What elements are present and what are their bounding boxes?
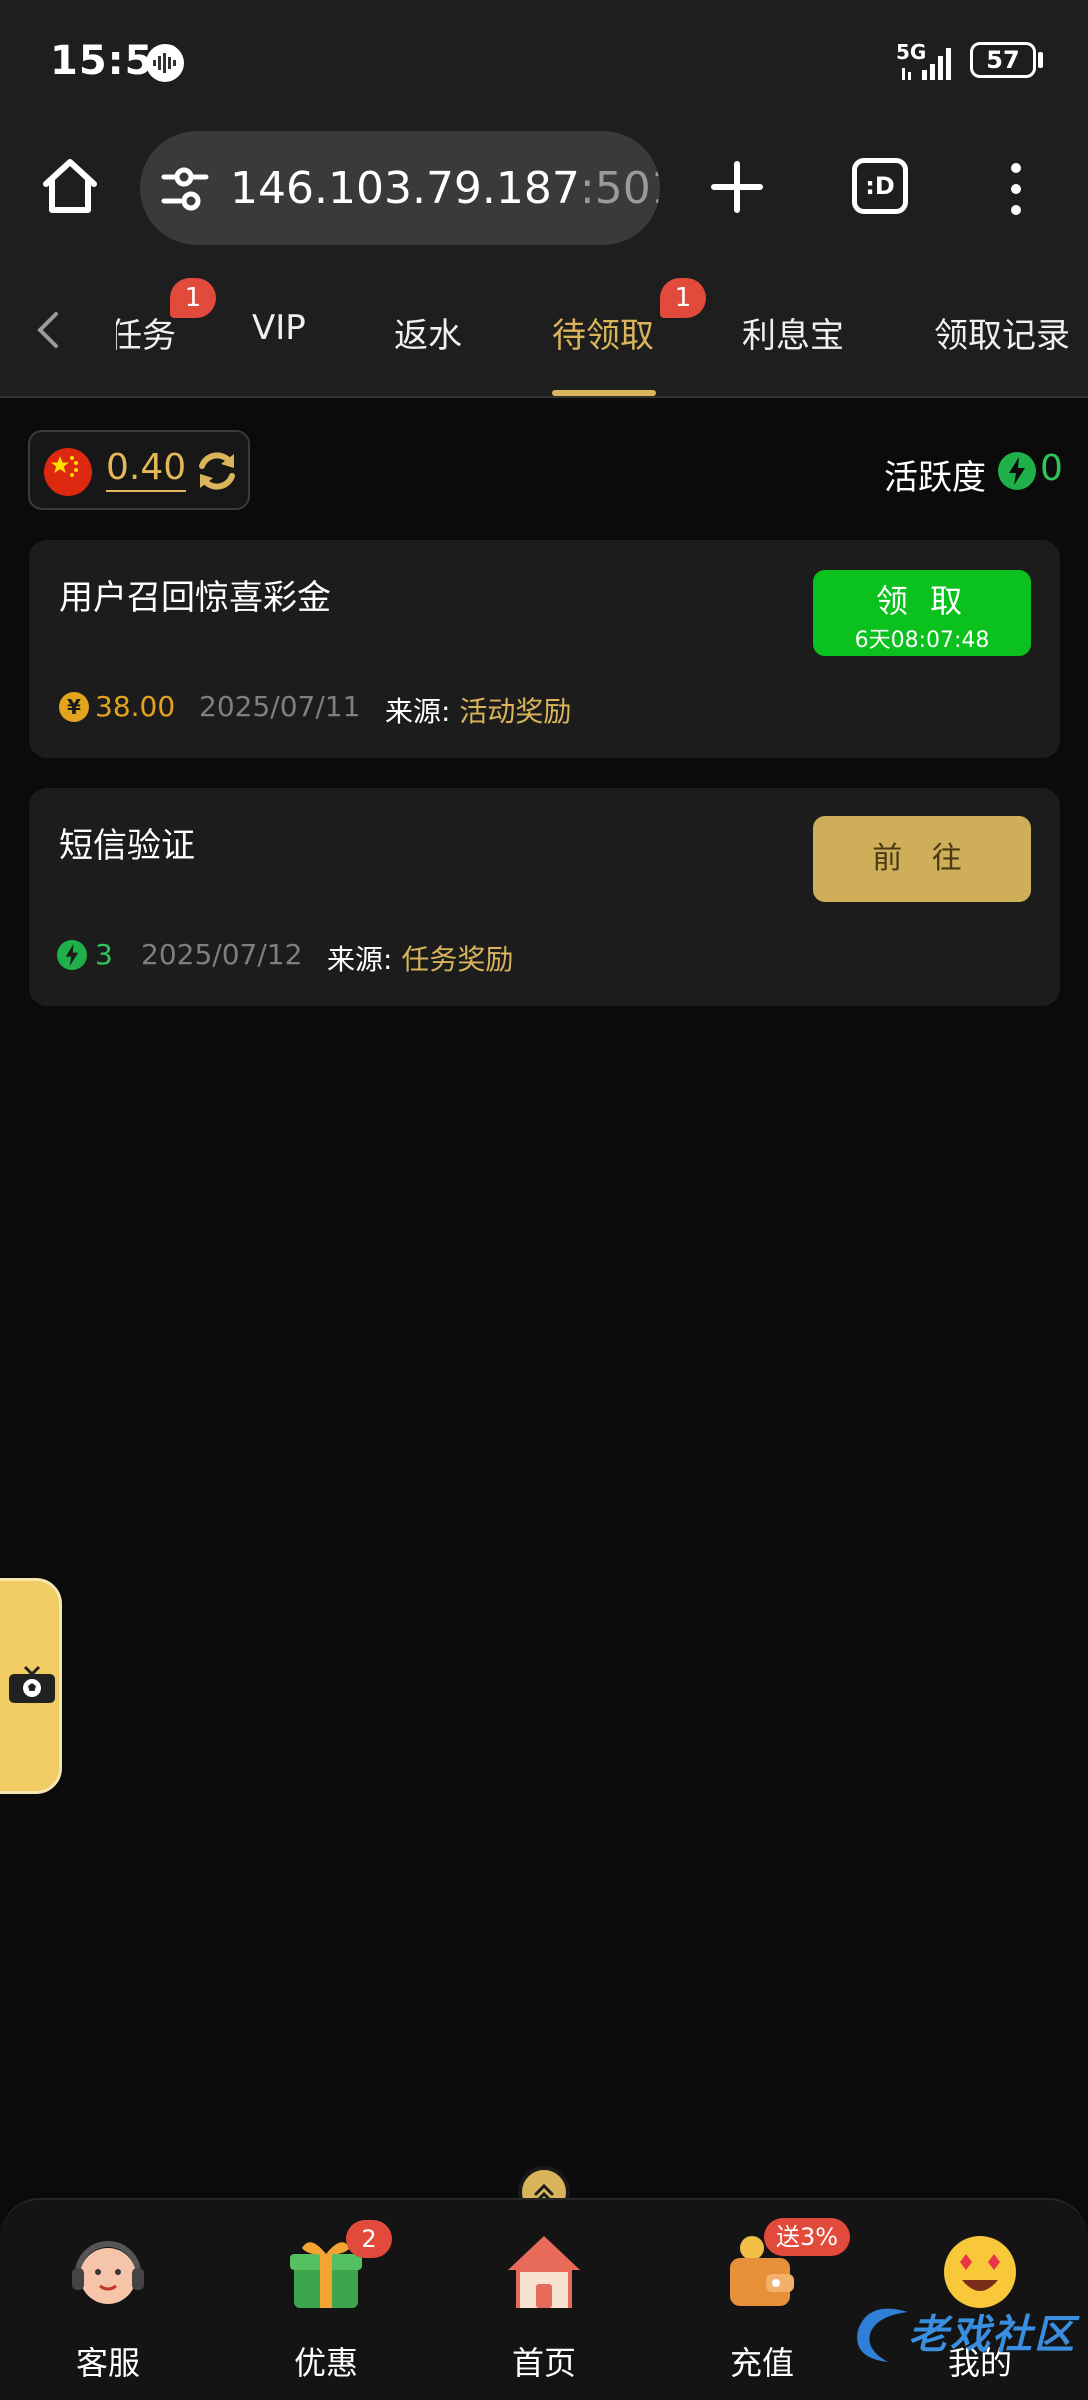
- nav-home[interactable]: 首页: [464, 2222, 624, 2392]
- reward-amount: 38.00: [95, 690, 176, 723]
- home-icon[interactable]: [40, 156, 100, 216]
- tab-interest[interactable]: 利息宝: [742, 308, 844, 357]
- tab-switcher-icon[interactable]: :D: [852, 158, 908, 214]
- floating-live-tv-widget[interactable]: [0, 1578, 62, 1794]
- site-settings-icon[interactable]: [160, 167, 210, 211]
- new-tab-icon[interactable]: [710, 160, 764, 214]
- browser-toolbar: 146.103.79.187:5012/ :D: [0, 126, 1088, 252]
- nav-deposit[interactable]: 送3% 充值: [682, 2218, 850, 2392]
- claim-button[interactable]: 领 取 6天08:07:48: [813, 570, 1031, 656]
- url-host: 146.103.79.187: [230, 163, 580, 214]
- source-label: 来源:: [385, 695, 451, 728]
- nav-customer-service[interactable]: 客服: [28, 2222, 188, 2392]
- category-tab-bar: 任务 1 VIP 返水 待领取 1 利息宝 领取记录: [0, 252, 1088, 398]
- tab-tasks[interactable]: 任务: [116, 308, 176, 357]
- reward-source: 来源: 活动奖励: [385, 690, 571, 730]
- reward-source: 来源: 任务奖励: [327, 938, 513, 978]
- reward-date: 2025/07/11: [199, 690, 361, 723]
- source-value: 任务奖励: [401, 943, 514, 976]
- reward-title: 用户召回惊喜彩金: [59, 578, 331, 618]
- source-value: 活动奖励: [459, 695, 572, 728]
- tab-pending-claim[interactable]: 待领取: [552, 308, 654, 357]
- community-watermark: 老戏社区: [848, 2298, 1080, 2374]
- signal-icon: [902, 48, 951, 80]
- nav-label: 首页: [511, 2344, 576, 2382]
- yuan-coin-icon: ¥: [59, 692, 89, 722]
- tab-tasks-badge: 1: [170, 278, 216, 318]
- active-tab-indicator: [552, 390, 656, 396]
- tab-rebate[interactable]: 返水: [394, 308, 462, 357]
- sound-wave-icon: [146, 44, 184, 82]
- activity-label: 活跃度: [884, 458, 986, 498]
- balance-amount: 0.40: [106, 446, 187, 492]
- reward-card: 用户召回惊喜彩金 领 取 6天08:07:48 ¥ 38.00 2025/07/…: [29, 540, 1060, 758]
- wallet-balance[interactable]: 0.40: [28, 430, 250, 510]
- watermark-text: 老戏社区: [908, 2312, 1076, 2358]
- battery-icon: 57: [970, 42, 1036, 78]
- nav-promotions[interactable]: 2 优惠: [246, 2220, 406, 2392]
- battery-cap: [1038, 52, 1043, 68]
- soccer-tv-icon: [9, 1665, 55, 1703]
- reward-date: 2025/07/12: [141, 938, 303, 971]
- address-bar[interactable]: 146.103.79.187:5012/: [140, 131, 660, 245]
- deposit-bonus-badge: 送3%: [764, 2218, 850, 2256]
- nav-label: 客服: [75, 2344, 140, 2382]
- reward-title: 短信验证: [59, 826, 195, 866]
- reward-card: 短信验证 前 往 3 2025/07/12 来源: 任务奖励: [29, 788, 1060, 1006]
- url-text[interactable]: 146.103.79.187:5012/: [230, 163, 660, 214]
- tab-pending-claim-badge: 1: [660, 278, 706, 318]
- reward-amount: 3: [95, 938, 113, 971]
- nav-label: 优惠: [293, 2344, 358, 2382]
- lightning-icon: [57, 940, 87, 970]
- nav-label: 充值: [729, 2344, 794, 2382]
- support-agent-icon: [72, 2241, 144, 2304]
- claim-countdown: 6天08:07:48: [854, 628, 990, 653]
- chevron-left-icon[interactable]: [30, 310, 64, 350]
- promotions-badge: 2: [346, 2220, 392, 2258]
- go-button[interactable]: 前 往: [813, 816, 1031, 902]
- activity-value: 0: [1040, 448, 1063, 489]
- more-menu-icon[interactable]: [1006, 162, 1026, 216]
- status-bar: 15:52 5G 57: [0, 0, 1088, 126]
- china-flag-icon: [44, 448, 92, 496]
- source-label: 来源:: [327, 943, 393, 976]
- battery-level: 57: [986, 46, 1020, 74]
- url-port: :5012/: [579, 163, 660, 214]
- lightning-icon: [998, 452, 1036, 490]
- tab-claim-history[interactable]: 领取记录: [934, 308, 1070, 357]
- house-icon: [508, 2236, 580, 2308]
- refresh-icon[interactable]: [194, 448, 240, 494]
- tab-vip[interactable]: VIP: [252, 308, 306, 348]
- claim-button-label: 领 取: [875, 582, 969, 620]
